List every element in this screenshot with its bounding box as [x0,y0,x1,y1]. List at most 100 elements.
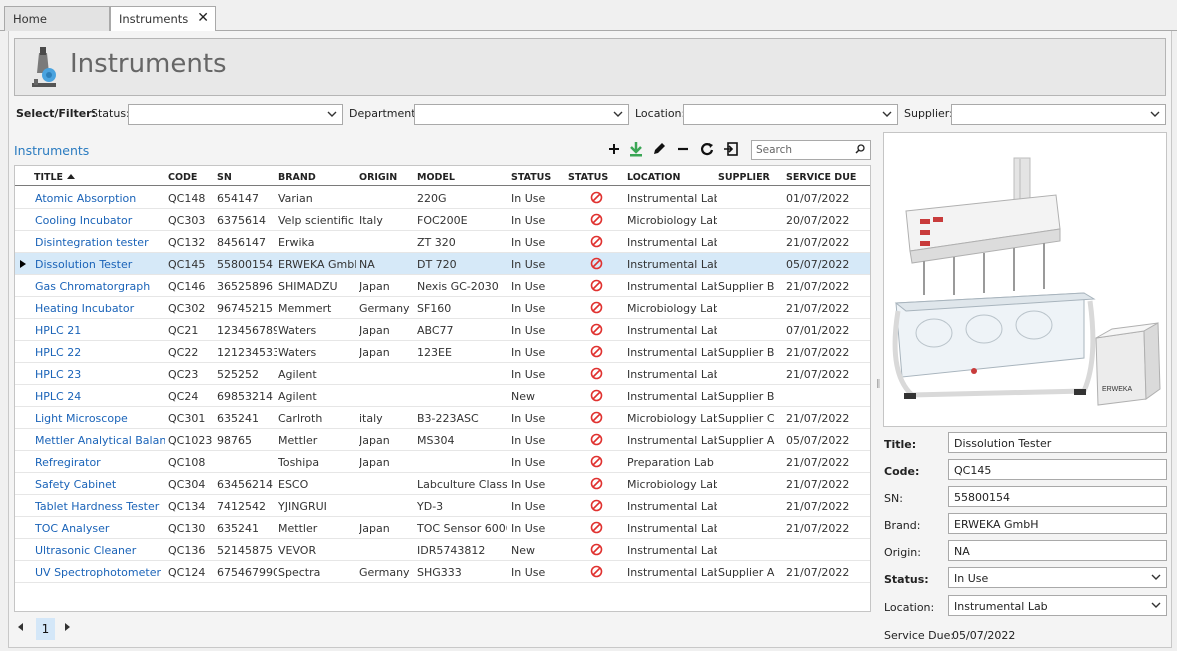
table-row[interactable]: Refregirator QC108 Toshipa Japan In Use Prepa… [15,451,870,473]
cell-title[interactable]: TOC Analyser [35,522,165,535]
refresh-icon[interactable] [698,139,716,159]
location-filter-select[interactable] [683,104,898,125]
chevron-down-icon [1151,602,1161,608]
cell-location: Microbiology Lab [627,478,717,491]
cell-model: MS304 [417,434,455,447]
cell-title[interactable]: Mettler Analytical Balance [35,434,165,447]
detail-service-due-label: Service Due: [884,629,955,642]
cell-title[interactable]: Heating Incubator [35,302,165,315]
cell-title[interactable]: Cooling Incubator [35,214,165,227]
table-row[interactable]: HPLC 22 QC22 121234533 Waters Japan 123EE In U… [15,341,870,363]
table-row[interactable]: Tablet Hardness Tester QC134 7412542 YJINGR… [15,495,870,517]
cell-supplier: Supplier C [718,412,775,425]
prohibited-icon [590,301,603,314]
detail-title-field[interactable]: Dissolution Tester [948,432,1167,453]
cell-sn: 6375614 [217,214,266,227]
column-header-sn[interactable]: SN [217,172,232,183]
cell-title[interactable]: Disintegration tester [35,236,165,249]
cell-title[interactable]: HPLC 22 [35,346,165,359]
column-header-code[interactable]: CODE [168,172,197,183]
table-row[interactable]: Heating Incubator QC302 96745215 Memmert Ger… [15,297,870,319]
cell-title[interactable]: Ultrasonic Cleaner [35,544,165,557]
cell-status: New [511,390,535,403]
cell-service-due: 21/07/2022 [786,478,850,491]
cell-model: Labculture Class II [417,478,507,491]
page-number[interactable]: 1 [36,618,55,640]
export-icon[interactable] [722,139,740,159]
table-row[interactable]: Gas Chromatorgraph QC146 36525896 SHIMADZU J… [15,275,870,297]
tab-home[interactable]: Home [4,6,110,31]
column-header-status[interactable]: STATUS [511,172,551,183]
cell-location: Instrumental Lab [627,236,717,249]
column-header-origin[interactable]: ORIGIN [359,172,397,183]
status-filter-select[interactable] [128,104,343,125]
cell-origin: Japan [359,434,390,447]
detail-location-select[interactable]: Instrumental Lab [948,595,1167,616]
table-row[interactable]: UV Spectrophotometer QC124 675467990 Spectr… [15,561,870,583]
add-icon[interactable] [605,139,623,159]
prev-page-icon[interactable] [18,623,23,631]
table-row[interactable]: HPLC 23 QC23 525252 Agilent In Use Instrument… [15,363,870,385]
cell-title[interactable]: HPLC 21 [35,324,165,337]
cell-title[interactable]: HPLC 23 [35,368,165,381]
department-filter-label: Department: [349,107,420,120]
cell-sn: 69853214 [217,390,273,403]
instrument-image: ERWEKA [883,132,1167,427]
detail-origin-field[interactable]: NA [948,540,1167,561]
tab-instruments[interactable]: Instruments ✕ [110,6,216,32]
detail-sn-value: 55800154 [954,491,1010,504]
cell-title[interactable]: UV Spectrophotometer [35,566,165,579]
cell-title[interactable]: HPLC 24 [35,390,165,403]
table-row[interactable]: TOC Analyser QC130 635241 Mettler Japan TOC S… [15,517,870,539]
edit-icon[interactable] [650,139,668,159]
cell-title[interactable]: Light Microscope [35,412,165,425]
column-header-location[interactable]: LOCATION [627,172,680,183]
download-icon[interactable] [627,139,645,159]
table-row[interactable]: Mettler Analytical Balance QC1023 98765 Met… [15,429,870,451]
cell-title[interactable]: Refregirator [35,456,165,469]
page-header: Instruments [14,38,1166,96]
table-row[interactable]: Ultrasonic Cleaner QC136 52145875 VEVOR IDR5… [15,539,870,561]
remove-icon[interactable] [674,139,692,159]
cell-brand: Varian [278,192,313,205]
cell-title[interactable]: Gas Chromatorgraph [35,280,165,293]
cell-supplier: Supplier B [718,280,775,293]
cell-code: QC136 [168,544,206,557]
table-row[interactable]: HPLC 24 QC24 69853214 Agilent New Instrumenta… [15,385,870,407]
cell-title[interactable]: Safety Cabinet [35,478,165,491]
cell-location: Microbiology Lab [627,214,717,227]
detail-code-field[interactable]: QC145 [948,459,1167,480]
close-icon[interactable]: ✕ [197,10,209,26]
column-header-brand[interactable]: BRAND [278,172,316,183]
panel-splitter[interactable]: ‖ [876,379,881,389]
next-page-icon[interactable] [65,623,70,631]
cell-code: QC1023 [168,434,213,447]
table-row[interactable]: Light Microscope QC301 635241 Carlroth italy… [15,407,870,429]
cell-status: In Use [511,368,546,381]
cell-status: In Use [511,236,546,249]
table-row[interactable]: Disintegration tester QC132 8456147 Erwika Z… [15,231,870,253]
column-header-service-due[interactable]: SERVICE DUE [786,172,856,183]
column-header-status-icon[interactable]: STATUS [568,172,608,183]
table-row[interactable]: HPLC 21 QC21 123456789 Waters Japan ABC77 In U… [15,319,870,341]
cell-title[interactable]: Atomic Absorption [35,192,165,205]
detail-sn-field[interactable]: 55800154 [948,486,1167,507]
cell-title[interactable]: Dissolution Tester [35,258,165,271]
search-input[interactable]: Search [751,140,871,160]
table-row[interactable]: Cooling Incubator QC303 6375614 Velp scient… [15,209,870,231]
detail-status-select[interactable]: In Use [948,567,1167,588]
detail-brand-field[interactable]: ERWEKA GmbH [948,513,1167,534]
column-header-title[interactable]: TITLE [34,172,76,183]
column-header-supplier[interactable]: SUPPLIER [718,172,770,183]
table-row[interactable]: Safety Cabinet QC304 63456214 ESCO Labcultur… [15,473,870,495]
location-filter-label: Location: [635,107,686,120]
department-filter-select[interactable] [414,104,629,125]
supplier-filter-select[interactable] [951,104,1166,125]
cell-model: FOC200E [417,214,468,227]
supplier-filter-label: Supplier: [904,107,953,120]
cell-title[interactable]: Tablet Hardness Tester [35,500,165,513]
table-row[interactable]: Atomic Absorption QC148 654147 Varian 220G In… [15,187,870,209]
table-row[interactable]: Dissolution Tester QC145 55800154 ERWEKA Gm… [15,253,870,275]
tab-home-label: Home [13,12,47,26]
column-header-model[interactable]: MODEL [417,172,455,183]
